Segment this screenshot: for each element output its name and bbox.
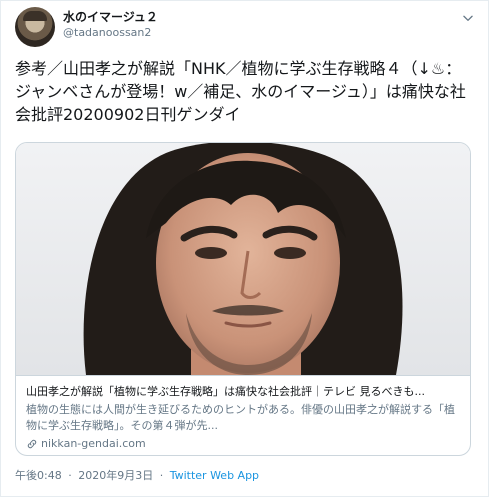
card-description: 植物の生態には人間が生き延びるためのヒントがある。俳優の山田孝之が解説する「植物…: [26, 403, 455, 432]
card-title[interactable]: 山田孝之が解説「植物に学ぶ生存戦略」は痛快な社会批評｜テレビ 見るべきも...: [26, 384, 462, 400]
display-name[interactable]: 水のイマージュ２: [63, 10, 158, 25]
tweet-header: 水のイマージュ２ @tadanoossan2: [15, 7, 475, 47]
link-card[interactable]: 山田孝之が解説「植物に学ぶ生存戦略」は痛快な社会批評｜テレビ 見るべきも... …: [15, 142, 471, 456]
tweet-meta: 午後0:48 · 2020年9月3日 · Twitter Web App: [15, 467, 259, 483]
card-domain[interactable]: nikkan-gendai.com: [26, 436, 462, 452]
link-icon: [27, 439, 37, 449]
meta-separator: ·: [159, 469, 164, 482]
tweet-container: 水のイマージュ２ @tadanoossan2 参考／山田孝之が解説「NHK／植物…: [0, 0, 489, 497]
tweet-source[interactable]: Twitter Web App: [170, 469, 259, 482]
card-image[interactable]: [16, 143, 470, 375]
user-handle[interactable]: @tadanoossan2: [63, 25, 158, 40]
avatar[interactable]: [15, 7, 55, 47]
tweet-date[interactable]: 2020年9月3日: [78, 469, 153, 482]
chevron-down-icon[interactable]: [461, 11, 475, 25]
portrait-photo: [16, 143, 470, 375]
card-domain-text[interactable]: nikkan-gendai.com: [41, 436, 146, 452]
tweet-time[interactable]: 午後0:48: [15, 469, 62, 482]
meta-separator: ·: [68, 469, 72, 482]
user-names[interactable]: 水のイマージュ２ @tadanoossan2: [63, 10, 158, 40]
tweet-text: 参考／山田孝之が解説「NHK／植物に学ぶ生存戦略４（↓♨：ジャンベさんが登場！w…: [15, 59, 466, 124]
card-body[interactable]: 山田孝之が解説「植物に学ぶ生存戦略」は痛快な社会批評｜テレビ 見るべきも... …: [16, 375, 470, 455]
avatar-hat-shape: [23, 11, 47, 21]
